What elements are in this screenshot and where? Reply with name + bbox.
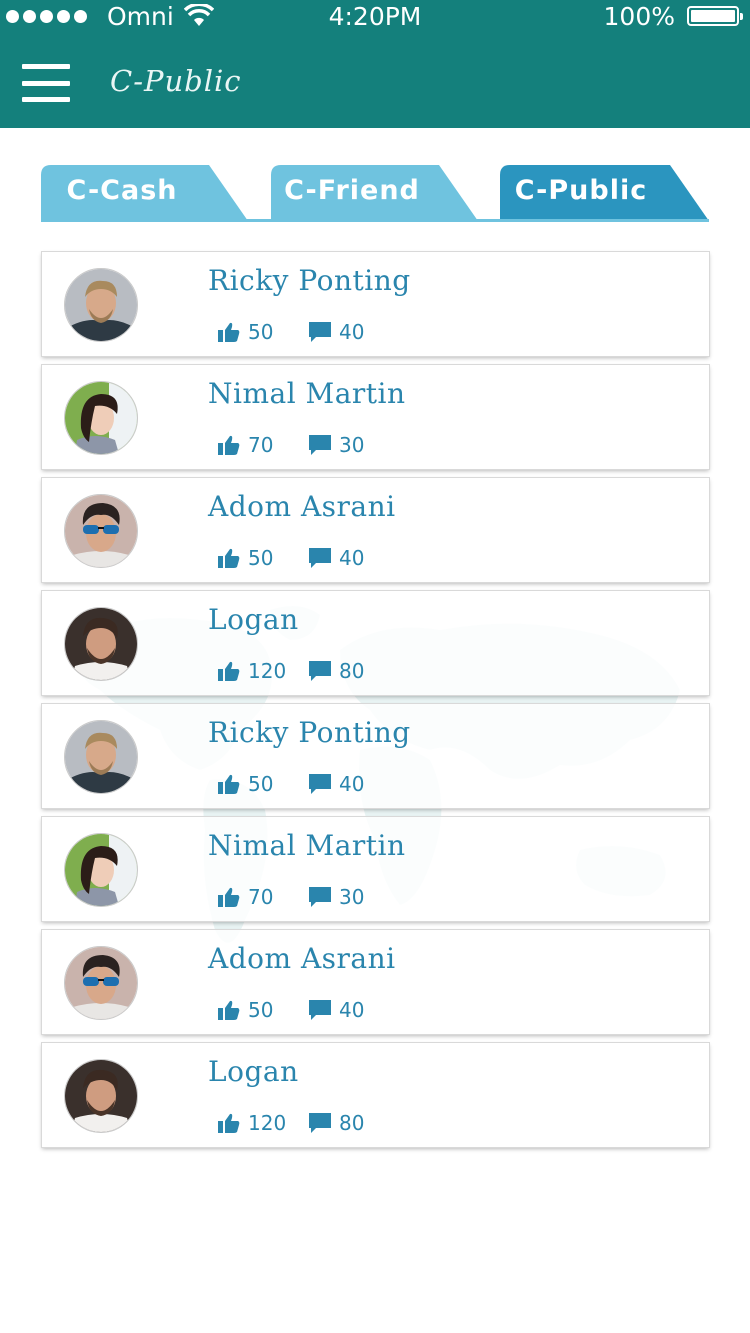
list-item[interactable]: Nimal Martin 70 30 bbox=[42, 365, 709, 469]
comment-icon bbox=[309, 1113, 331, 1133]
list-item[interactable]: Ricky Ponting 50 40 bbox=[42, 704, 709, 808]
like-count-value: 70 bbox=[248, 433, 274, 457]
like-count[interactable]: 50 bbox=[218, 998, 273, 1022]
like-count[interactable]: 50 bbox=[218, 320, 273, 344]
tab-bar: C-Cash C-Friend C-Public bbox=[41, 165, 709, 223]
thumbs-up-icon bbox=[218, 322, 240, 342]
avatar bbox=[64, 381, 138, 455]
list-item[interactable]: Nimal Martin 70 30 bbox=[42, 817, 709, 921]
tab-c-cash[interactable]: C-Cash bbox=[41, 165, 248, 221]
comment-count[interactable]: 40 bbox=[309, 320, 364, 344]
comment-count-value: 80 bbox=[339, 659, 365, 683]
thumbs-up-icon bbox=[218, 548, 240, 568]
user-name: Nimal Martin bbox=[208, 829, 406, 862]
comment-count-value: 40 bbox=[339, 320, 365, 344]
avatar bbox=[64, 833, 138, 907]
comment-count-value: 80 bbox=[339, 1111, 365, 1135]
like-count[interactable]: 70 bbox=[218, 885, 273, 909]
comment-icon bbox=[309, 887, 331, 907]
comment-count[interactable]: 80 bbox=[309, 659, 364, 683]
like-count[interactable]: 70 bbox=[218, 433, 273, 457]
comment-count[interactable]: 40 bbox=[309, 772, 364, 796]
app-header: Omni 4:20PM 100% C-Public bbox=[0, 0, 750, 128]
tab-c-public[interactable]: C-Public bbox=[500, 165, 709, 221]
list-item[interactable]: Logan 120 80 bbox=[42, 1043, 709, 1147]
comment-count-value: 30 bbox=[339, 885, 365, 909]
user-name: Logan bbox=[208, 1055, 299, 1088]
comment-icon bbox=[309, 548, 331, 568]
thumbs-up-icon bbox=[218, 661, 240, 681]
thumbs-up-icon bbox=[218, 435, 240, 455]
list-item[interactable]: Adom Asrani 50 40 bbox=[42, 930, 709, 1034]
thumbs-up-icon bbox=[218, 887, 240, 907]
avatar bbox=[64, 720, 138, 794]
user-name: Nimal Martin bbox=[208, 377, 406, 410]
like-count[interactable]: 120 bbox=[218, 1111, 286, 1135]
list-item[interactable]: Adom Asrani 50 40 bbox=[42, 478, 709, 582]
comment-count-value: 40 bbox=[339, 772, 365, 796]
comment-count[interactable]: 80 bbox=[309, 1111, 364, 1135]
battery-percentage: 100% bbox=[603, 2, 675, 31]
like-count-value: 120 bbox=[248, 659, 287, 683]
like-count[interactable]: 50 bbox=[218, 546, 273, 570]
comment-count-value: 30 bbox=[339, 433, 365, 457]
comment-count[interactable]: 30 bbox=[309, 885, 364, 909]
list-item[interactable]: Ricky Ponting 50 40 bbox=[42, 252, 709, 356]
thumbs-up-icon bbox=[218, 1113, 240, 1133]
like-count-value: 50 bbox=[248, 998, 274, 1022]
list-item[interactable]: Logan 120 80 bbox=[42, 591, 709, 695]
comment-icon bbox=[309, 435, 331, 455]
like-count-value: 50 bbox=[248, 546, 274, 570]
like-count-value: 70 bbox=[248, 885, 274, 909]
comment-icon bbox=[309, 774, 331, 794]
avatar bbox=[64, 268, 138, 342]
avatar bbox=[64, 494, 138, 568]
thumbs-up-icon bbox=[218, 1000, 240, 1020]
like-count-value: 50 bbox=[248, 320, 274, 344]
user-name: Adom Asrani bbox=[208, 490, 396, 523]
comment-count-value: 40 bbox=[339, 998, 365, 1022]
avatar bbox=[64, 946, 138, 1020]
user-list: Ricky Ponting 50 40 Nimal Martin 70 30 A… bbox=[42, 252, 709, 1156]
tab-underline bbox=[41, 219, 709, 222]
thumbs-up-icon bbox=[218, 774, 240, 794]
tab-c-friend[interactable]: C-Friend bbox=[271, 165, 478, 221]
like-count[interactable]: 50 bbox=[218, 772, 273, 796]
comment-count-value: 40 bbox=[339, 546, 365, 570]
comment-icon bbox=[309, 661, 331, 681]
page-title: C-Public bbox=[110, 64, 242, 98]
comment-count[interactable]: 40 bbox=[309, 998, 364, 1022]
like-count-value: 120 bbox=[248, 1111, 287, 1135]
user-name: Logan bbox=[208, 603, 299, 636]
like-count[interactable]: 120 bbox=[218, 659, 286, 683]
like-count-value: 50 bbox=[248, 772, 274, 796]
tab-label: C-Friend bbox=[284, 175, 420, 206]
user-name: Ricky Ponting bbox=[208, 264, 411, 297]
tab-label: C-Public bbox=[514, 175, 648, 206]
user-name: Ricky Ponting bbox=[208, 716, 411, 749]
comment-count[interactable]: 30 bbox=[309, 433, 364, 457]
comment-count[interactable]: 40 bbox=[309, 546, 364, 570]
hamburger-menu-icon[interactable] bbox=[22, 64, 70, 102]
avatar bbox=[64, 1059, 138, 1133]
battery-icon bbox=[687, 6, 743, 26]
user-name: Adom Asrani bbox=[208, 942, 396, 975]
tab-label: C-Cash bbox=[66, 175, 178, 206]
avatar bbox=[64, 607, 138, 681]
comment-icon bbox=[309, 1000, 331, 1020]
comment-icon bbox=[309, 322, 331, 342]
status-bar: Omni 4:20PM 100% bbox=[0, 0, 750, 36]
